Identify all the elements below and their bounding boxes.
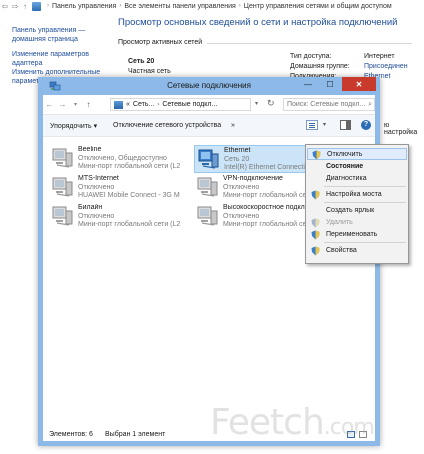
background-partial-text: ю настройка [384,122,418,136]
context-menu: Отключить Состояние Диагностика Настройк… [305,144,409,264]
minimize-button[interactable]: — [297,77,319,91]
access-type-value: Интернет [364,53,395,60]
address-bar[interactable]: « Сеть... › Сетевые подкл... [110,98,251,111]
network-type-link[interactable]: Частная сеть [128,68,171,75]
preview-pane-icon[interactable] [340,120,351,130]
address-prefix: « [126,101,130,108]
connection-item-mts[interactable]: MTS-Internet Отключено HUAWEI Mobile Con… [49,174,182,202]
menu-item-status[interactable]: Состояние [307,161,407,173]
divider [207,43,412,44]
connection-device: HUAWEI Mobile Connect - 3G Mo... [78,192,180,199]
menu-separator [324,186,406,187]
connection-item-beeline[interactable]: Beeline Отключено, Общедоступно Мини-пор… [49,145,182,173]
chevron-right-icon: › [47,3,49,9]
menu-item-delete: Удалить [307,217,407,229]
breadcrumb-all-items[interactable]: Все элементы панели управления [124,3,235,10]
back-icon[interactable]: ⇦ [0,1,10,11]
connection-status: Отключено [78,183,115,191]
change-view-icon[interactable] [306,120,318,130]
page-title: Просмотр основных сведений о сети и наст… [118,17,398,28]
disable-device-button[interactable]: Отключение сетевого устройства [113,122,221,129]
uac-shield-icon [311,246,320,256]
organize-button[interactable]: Упорядочить ▾ [50,122,97,130]
menu-separator [324,202,406,203]
title-bar[interactable]: Сетевые подключения — ☐ ✕ [43,77,376,95]
help-icon[interactable]: ? [361,120,371,130]
menu-item-properties[interactable]: Свойства [307,245,407,257]
control-panel-home-link[interactable]: Панель управления — домашняя страница [12,26,112,44]
background-navigation-bar: ⇦ ⇨ ↑ › Панель управления › Все элементы… [0,0,424,12]
chevron-right-icon: › [119,3,122,9]
connection-name: Beeline [78,146,102,153]
search-icon: ⌕ [368,100,372,108]
breadcrumb-network[interactable]: Сеть... [133,101,154,108]
network-adapter-icon [197,206,218,226]
search-input[interactable]: Поиск: Сетевые подкл... ⌕ [283,98,375,111]
address-row: ← → ▾ ↑ « Сеть... › Сетевые подкл... ▾ ↻… [43,95,375,115]
homegroup-link[interactable]: Присоединен [364,63,408,70]
control-panel-icon [32,1,41,11]
chevron-right-icon: › [238,3,241,9]
site-watermark: Feetch.com [210,402,375,443]
connection-device: Мини-порт глобальной сети (L2... [78,163,180,170]
change-adapter-settings-link[interactable]: Изменение параметров адаптера [12,50,112,68]
menu-item-rename[interactable]: Переименовать [307,229,407,241]
more-commands-button[interactable]: » [231,122,235,129]
connection-status: Отключено [78,212,115,220]
forward-icon[interactable]: ⇨ [10,1,20,11]
forward-icon[interactable]: → [56,100,69,109]
connection-device: Мини-порт глобальной сети (L2... [78,221,180,228]
menu-separator [324,242,406,243]
refresh-icon[interactable]: ↻ [267,98,275,109]
network-adapter-icon [52,206,73,226]
uac-shield-icon [312,150,321,160]
maximize-button[interactable]: ☐ [319,77,341,91]
breadcrumb-network-connections[interactable]: Сетевые подкл... [162,101,217,108]
address-dropdown-icon[interactable]: ▾ [255,100,258,107]
homegroup-label: Домашняя группе: [290,63,350,70]
breadcrumb-control-panel[interactable]: Панель управления [52,3,116,10]
network-name: Сеть 20 [128,58,155,65]
connection-name: MTS-Internet [78,175,119,182]
connection-item-bilain[interactable]: Билайн Отключено Мини-порт глобальной се… [49,203,182,231]
selected-count: Выбран 1 элемент [105,431,166,438]
view-dropdown-icon[interactable]: ▾ [323,121,326,128]
menu-item-create-shortcut[interactable]: Создать ярлык [307,205,407,217]
close-button[interactable]: ✕ [342,77,376,91]
up-icon[interactable]: ↑ [20,1,30,11]
menu-item-bridge[interactable]: Настройка моста [307,189,407,201]
breadcrumb-network-center[interactable]: Центр управления сетями и общим доступом [244,3,392,10]
recent-locations-icon[interactable]: ▾ [69,101,82,108]
folder-icon [114,100,123,109]
network-adapter-icon [52,148,73,168]
search-placeholder: Поиск: Сетевые подкл... [287,101,366,108]
uac-shield-icon [311,230,320,240]
network-adapter-icon [52,177,73,197]
menu-item-diagnose[interactable]: Диагностика [307,173,407,185]
up-icon[interactable]: ↑ [82,100,95,109]
connection-name: Билайн [78,204,103,211]
active-networks-heading: Просмотр активных сетей [118,39,203,46]
connection-status: Отключено, Общедоступно [78,154,167,162]
chevron-right-icon: › [157,101,160,108]
access-type-label: Тип доступа: [290,53,332,60]
item-count: Элементов: 6 [49,431,93,438]
uac-shield-icon [311,218,320,228]
command-bar: Упорядочить ▾ Отключение сетевого устрой… [43,115,375,137]
ethernet-adapter-icon [198,149,219,169]
network-adapter-icon [197,177,218,197]
menu-item-disable[interactable]: Отключить [307,148,407,160]
back-icon[interactable]: ← [43,100,56,109]
uac-shield-icon [311,190,320,200]
